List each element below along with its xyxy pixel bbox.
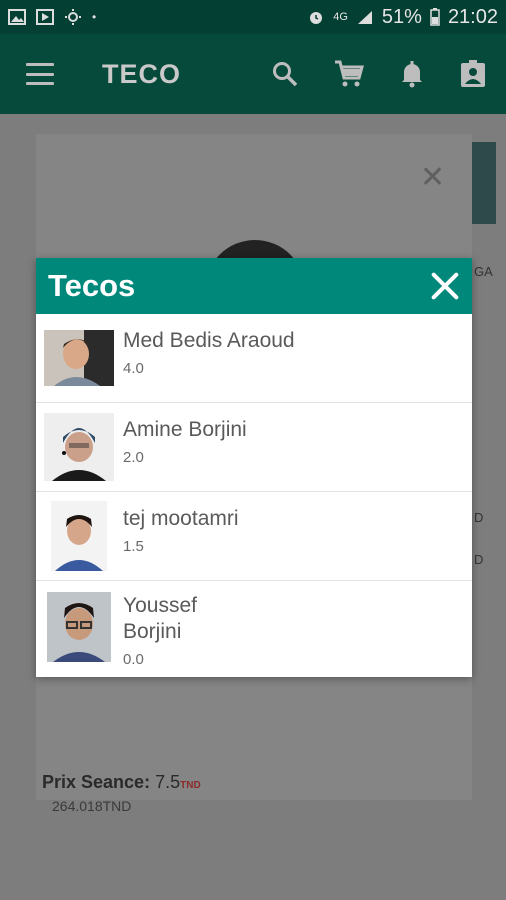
avatar xyxy=(44,330,114,386)
status-bar: • 4G 51% 21:02 xyxy=(0,0,506,34)
teco-score: 0.0 xyxy=(123,651,144,668)
list-item[interactable]: Youssef Borjini 0.0 xyxy=(36,581,472,673)
prix-value: 7.5 xyxy=(155,772,181,792)
account-icon[interactable] xyxy=(460,60,486,88)
teco-list: Med Bedis Araoud 4.0 Amine Borjini 2.0 t… xyxy=(36,314,472,673)
list-item[interactable]: Amine Borjini 2.0 xyxy=(36,403,472,492)
prix-currency: TND xyxy=(180,780,201,791)
prix-label: Prix Seance: xyxy=(42,772,151,792)
teco-name: tej mootamri xyxy=(123,507,239,530)
background-close-icon: ✕ xyxy=(420,161,446,194)
avatar xyxy=(44,413,114,481)
teco-name: Youssef Borjini xyxy=(123,594,197,643)
search-icon[interactable] xyxy=(272,61,298,87)
app-title: TECO xyxy=(102,58,182,89)
dialog-header: Tecos xyxy=(36,258,472,314)
list-item[interactable]: Med Bedis Araoud 4.0 xyxy=(36,314,472,403)
teco-name: Amine Borjini xyxy=(123,418,247,441)
avatar xyxy=(47,592,111,662)
teco-score: 4.0 xyxy=(123,360,144,377)
prix-seance: Prix Seance: 7.5TND xyxy=(42,772,201,793)
signal-icon xyxy=(357,11,372,24)
background-product-image xyxy=(472,142,496,224)
teco-score: 1.5 xyxy=(123,538,144,555)
background-side-text: D xyxy=(474,552,484,567)
battery-icon xyxy=(430,8,440,26)
menu-icon[interactable] xyxy=(26,63,54,85)
alarm-icon xyxy=(310,12,323,24)
cart-icon[interactable] xyxy=(334,60,364,88)
dialog-title: Tecos xyxy=(48,268,136,303)
network-type: 4G xyxy=(333,11,348,23)
background-side-text: D xyxy=(474,510,484,525)
brightness-icon xyxy=(65,9,81,25)
dot-icon: • xyxy=(92,10,97,24)
teco-score: 2.0 xyxy=(123,449,144,466)
image-notification-icon xyxy=(8,9,26,25)
play-notification-icon xyxy=(36,9,54,25)
app-bar: TECO xyxy=(0,34,506,114)
bell-icon[interactable] xyxy=(400,60,424,88)
clock: 21:02 xyxy=(447,5,498,28)
teco-name: Med Bedis Araoud xyxy=(123,329,295,352)
close-icon[interactable] xyxy=(428,269,462,303)
battery-percent: 51% xyxy=(381,5,422,28)
avatar xyxy=(51,501,107,571)
background-price: 264.018TND xyxy=(52,798,132,814)
background-side-text: GA xyxy=(474,264,493,279)
tecos-dialog: Tecos Med Bedis Araoud 4.0 Amine Borjini… xyxy=(36,258,472,677)
list-item[interactable]: tej mootamri 1.5 xyxy=(36,492,472,581)
